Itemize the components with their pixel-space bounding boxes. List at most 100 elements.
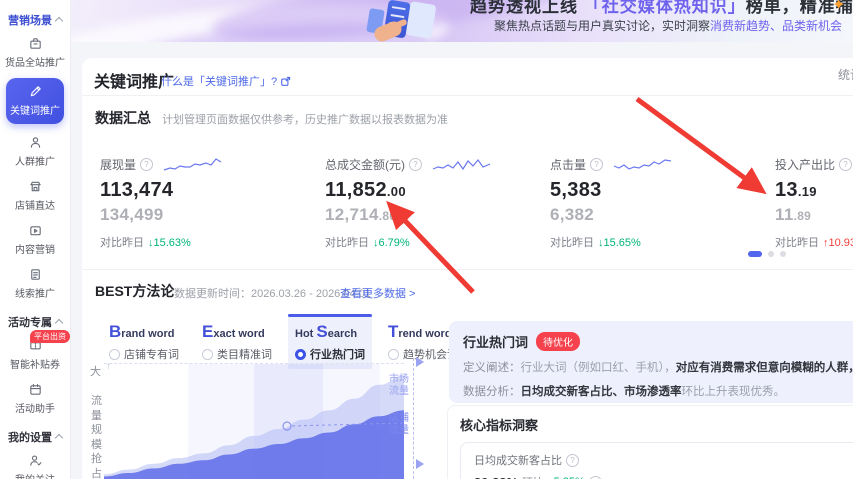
- platform-funded-badge: 平台出资: [30, 330, 70, 343]
- sidebar: 营销场景货品全站推广 关键词推广人群推广店铺直达内容营销线索推广活动专属 平台出资智…: [0, 0, 71, 479]
- core-metric-box: 日均成交新客占比? 39.83% 环比 ↓5.25% ? 同行同层均值: 34.…: [460, 442, 853, 479]
- metric-prev-value: 12,714.80: [325, 205, 397, 224]
- definition-line: 定义阐述：行业大词（例如口红、手机），对应有消费需求但意向模糊的人群，拉新效果显…: [463, 362, 853, 374]
- what-is-link[interactable]: 什么是「关键词推广」?: [161, 73, 291, 89]
- best-section-title: BEST方法论: [95, 283, 175, 299]
- metric-value: 13.19: [775, 179, 817, 201]
- sparkline: [613, 158, 672, 170]
- status-badge: 待优化: [536, 332, 581, 351]
- help-icon[interactable]: ?: [409, 158, 422, 171]
- data-analysis-line: 数据分析：日均成交新客占比、市场渗透率环比上升表现优秀。: [463, 386, 785, 398]
- metric-compare: 对比昨日 ↓15.65%: [550, 237, 641, 249]
- delta-value: ↓6.79%: [373, 237, 410, 249]
- sidebar-item-smart-coupon[interactable]: 平台出资智能补贴券: [4, 330, 70, 373]
- tab-hot-search[interactable]: Hot Search 行业热门词: [288, 314, 372, 369]
- metric-roi: 投入产出比? 13.19 11.89 对比昨日↑10.93%: [775, 156, 853, 250]
- product-allsite-promo-icon: [4, 36, 66, 52]
- sidebar-item-keyword-promo[interactable]: 关键词推广: [6, 78, 64, 124]
- help-icon[interactable]: ?: [590, 158, 604, 171]
- view-more-link[interactable]: 查看更多数据 >: [340, 285, 415, 301]
- keyword-promo-icon: [6, 84, 64, 100]
- sidebar-item-label: 智能补贴券: [10, 360, 60, 371]
- arrow-right-icon: [416, 459, 429, 469]
- shop-traffic-label: 店铺流量: [389, 413, 409, 436]
- summary-section-title: 数据汇总: [95, 110, 151, 126]
- sidebar-item-label: 我的关注: [4, 471, 66, 479]
- metric-prev-value: 11.89: [775, 205, 812, 224]
- metric-label: 投入产出比: [775, 158, 836, 172]
- promo-banner[interactable]: 趋势透视上线 「社交媒体热知识」榜单，精准捕捉 聚焦热点话题与用户真实讨论，实时…: [70, 0, 853, 42]
- chevron-up-icon: [54, 433, 64, 443]
- help-icon[interactable]: ?: [140, 158, 154, 171]
- my-follow-icon: [4, 453, 66, 469]
- metric-clicks: 点击量? 5,383 6,382 对比昨日 ↓15.65%: [550, 156, 765, 250]
- metric-value: 113,474: [100, 179, 174, 201]
- summary-note: 计划管理页面数据仅供参考，历史推广数据以报表数据为准: [162, 114, 448, 126]
- delta-value: ↓15.65%: [598, 237, 641, 249]
- carousel-dots: [748, 251, 786, 257]
- sidebar-item-activity-assistant[interactable]: 活动助手: [4, 380, 66, 417]
- help-icon[interactable]: ?: [566, 453, 579, 467]
- activity-assistant-icon: [4, 382, 66, 398]
- sidebar-item-audience-promo[interactable]: 人群推广: [4, 133, 66, 170]
- sparkline: [163, 157, 222, 171]
- y-axis-max-label: 大: [90, 366, 101, 378]
- metric-prev-value: 134,499: [100, 205, 164, 224]
- content-marketing-icon: [4, 223, 66, 239]
- main-panel: 关键词推广 什么是「关键词推广」? 统计 数据汇总 计划管理页面数据仅供参考，历…: [82, 58, 853, 479]
- radio-icon[interactable]: [109, 348, 120, 360]
- metric-value: 11,852.00: [325, 179, 406, 201]
- sidebar-item-label: 内容营销: [15, 245, 55, 256]
- tab-brand-word[interactable]: Brand word 店铺专有词: [102, 314, 186, 369]
- sidebar-section-marketing-scenes[interactable]: 营销场景: [0, 12, 70, 28]
- sparkle-icon: ✦: [832, 0, 846, 14]
- metric-value: 5,383: [550, 179, 602, 201]
- hot-words-card: 行业热门词 待优化 定义阐述：行业大词（例如口红、手机），对应有消费需求但意向模…: [449, 321, 853, 403]
- radio-icon[interactable]: [295, 348, 306, 360]
- sidebar-item-shop-direct[interactable]: 店铺直达: [4, 177, 66, 214]
- chevron-up-icon: [54, 318, 64, 328]
- y-axis-label: 流量规模抢占: [91, 395, 102, 479]
- metric-label: 展现量: [100, 158, 137, 172]
- metric-compare: 对比昨日↑10.93%: [775, 234, 853, 250]
- radio-icon[interactable]: [388, 348, 399, 360]
- sidebar-section-activity-exclusive[interactable]: 活动专属: [0, 314, 70, 330]
- core-metric-value: 39.83%: [474, 475, 518, 479]
- carousel-dot-active[interactable]: [748, 251, 762, 257]
- metric-impressions: 展现量? 113,474 134,499 对比昨日 ↓15.63%: [100, 156, 315, 250]
- sidebar-item-content-marketing[interactable]: 内容营销: [4, 221, 66, 258]
- sidebar-item-label: 人群推广: [15, 157, 55, 168]
- carousel-dot[interactable]: [768, 251, 774, 257]
- divider: [82, 269, 853, 270]
- core-metrics-title: 核心指标洞察: [460, 418, 539, 433]
- radio-icon[interactable]: [202, 348, 213, 360]
- carousel-dot[interactable]: [780, 251, 786, 257]
- audience-promo-icon: [4, 135, 66, 151]
- sidebar-item-leads-promo[interactable]: 线索推广: [4, 265, 66, 302]
- sidebar-item-product-allsite-promo[interactable]: 货品全站推广: [4, 34, 66, 71]
- divider: [82, 95, 853, 96]
- sidebar-item-label: 店铺直达: [15, 201, 55, 212]
- sidebar-item-label: 活动助手: [15, 404, 55, 415]
- help-icon[interactable]: ?: [839, 158, 853, 171]
- help-icon[interactable]: ?: [588, 475, 602, 479]
- sidebar-item-label: 关键词推广: [10, 106, 60, 117]
- delta-value: ↑10.93%: [823, 237, 853, 249]
- sidebar-item-my-follow[interactable]: 我的关注: [4, 451, 66, 479]
- core-metric-label: 日均成交新客占比: [474, 455, 562, 467]
- metric-gmv: 总成交金额(元)? 11,852.00 12,714.80 对比昨日 ↓6.79%: [325, 156, 540, 250]
- metric-label: 点击量: [550, 158, 587, 172]
- banner-title: 趋势透视上线 「社交媒体热知识」榜单，精准捕捉: [470, 0, 853, 16]
- external-link-icon: [281, 76, 291, 86]
- banner-subtitle: 聚焦热点话题与用户真实讨论，实时洞察消费新趋势、品类新机会: [494, 19, 843, 33]
- delta-value: ↓15.63%: [148, 237, 191, 249]
- sidebar-section-my-settings[interactable]: 我的设置: [0, 429, 70, 445]
- metric-compare: 对比昨日 ↓15.63%: [100, 237, 191, 249]
- top-right-clipped-text[interactable]: 统计: [838, 66, 853, 83]
- chevron-up-icon: [54, 16, 64, 26]
- sparkline: [432, 158, 491, 170]
- dashed-guide-line: [413, 358, 414, 479]
- metric-label: 总成交金额(元): [325, 158, 405, 172]
- tab-exact-word[interactable]: Exact word 类目精准词: [195, 314, 279, 369]
- sidebar-item-label: 货品全站推广: [5, 58, 65, 69]
